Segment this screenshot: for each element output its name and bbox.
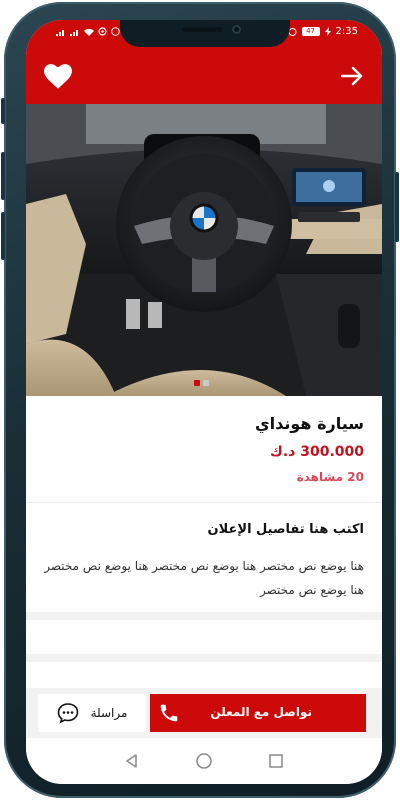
side-button [1, 152, 5, 200]
contact-button-label: تواصل مع المعلن [210, 705, 312, 719]
whatsapp-icon [111, 27, 120, 36]
side-button [1, 98, 5, 124]
front-camera [232, 25, 241, 34]
message-button[interactable]: مراسلة [38, 694, 146, 732]
hotspot-icon [98, 27, 107, 36]
notch [120, 20, 290, 47]
status-icons-right: 47 2:35 [288, 26, 358, 37]
action-bar: مراسلة تواصل مع المعلن [26, 688, 382, 738]
home-circle-icon[interactable] [195, 752, 213, 770]
side-button [395, 172, 399, 242]
back-button[interactable] [340, 64, 366, 90]
favorite-button[interactable] [44, 64, 72, 90]
back-triangle-icon[interactable] [123, 752, 141, 770]
chat-icon [57, 703, 78, 724]
wifi-icon [84, 28, 94, 36]
phone-icon [160, 704, 178, 722]
side-button [1, 212, 5, 260]
section-separator [26, 612, 382, 620]
battery-indicator: 47 [301, 27, 320, 36]
gallery-dot[interactable] [203, 380, 209, 386]
message-button-label: مراسلة [90, 706, 128, 720]
listing-photo[interactable] [26, 104, 382, 396]
details-description: هنا يوضع نص مختصر هنا يوضع نص مختصر هنا … [44, 559, 364, 597]
screen: 47 2:35 سيارة هونداي 300.000 د.ك 20 مشاه… [26, 20, 382, 784]
arrow-right-icon [340, 66, 363, 86]
system-nav-bar [26, 738, 382, 784]
section-separator [26, 654, 382, 662]
listing-title: سيارة هونداي [254, 414, 364, 433]
gallery-indicator [194, 380, 209, 386]
gallery-dot-active[interactable] [194, 380, 200, 386]
listing-price: 300.000 د.ك [270, 444, 364, 460]
speaker [182, 27, 222, 32]
phone-frame: 47 2:35 سيارة هونداي 300.000 د.ك 20 مشاه… [1, 2, 399, 798]
signal-icon [56, 29, 64, 36]
contact-advertiser-button[interactable]: تواصل مع المعلن [150, 694, 366, 732]
details-heading: اكتب هنا تفاصيل الإعلان [207, 522, 364, 537]
view-count: 20 مشاهدة [296, 470, 364, 484]
heart-icon [44, 64, 72, 89]
status-time: 2:35 [335, 26, 358, 37]
divider [26, 502, 382, 503]
recents-square-icon[interactable] [267, 752, 285, 770]
car-interior-image [26, 104, 382, 396]
signal-icon [70, 29, 78, 36]
charging-icon [324, 27, 331, 36]
